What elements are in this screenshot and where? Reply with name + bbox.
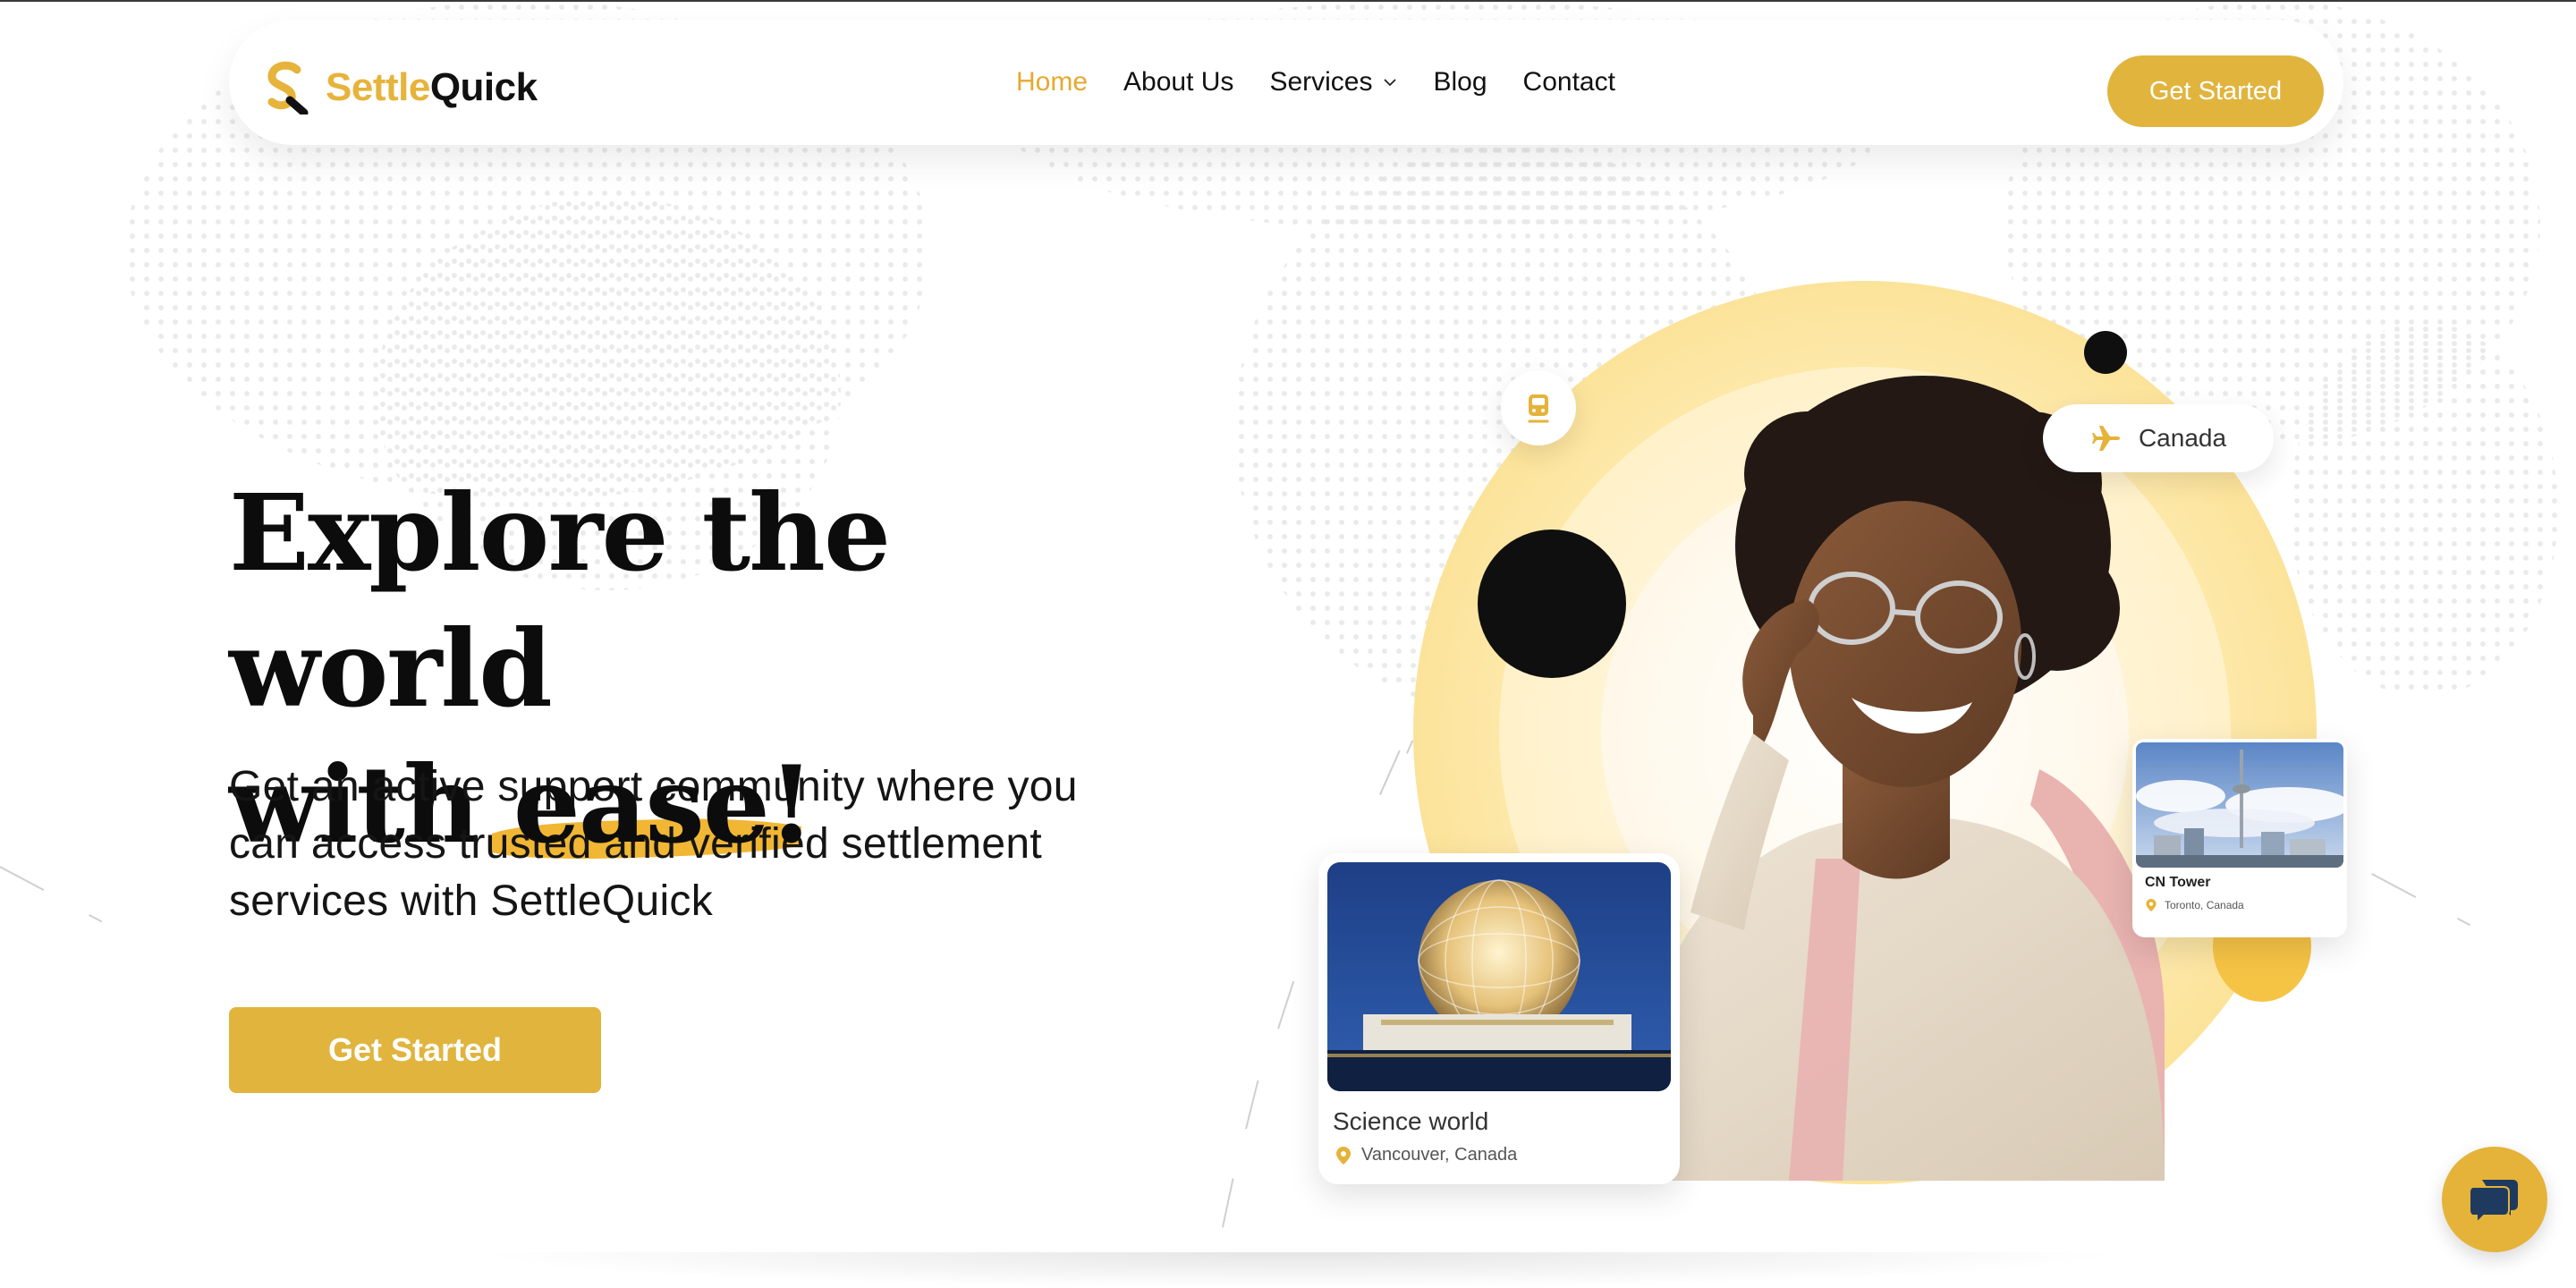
place-card-science-world[interactable]: Science world Vancouver, Canada (1318, 853, 1680, 1184)
nav-about-us[interactable]: About Us (1123, 67, 1233, 97)
section-bottom-shadow (465, 1252, 2129, 1288)
nav-blog[interactable]: Blog (1433, 67, 1487, 97)
location-pin-icon (2146, 899, 2157, 911)
world-map-dots (2290, 322, 2558, 698)
hero-get-started-button[interactable]: Get Started (229, 1007, 601, 1093)
cn-tower-image (2136, 742, 2343, 868)
decorative-dash (1406, 740, 1414, 754)
settlequick-logo-icon (267, 61, 309, 114)
logo[interactable]: SettleQuick (263, 61, 538, 114)
transit-badge (1501, 370, 1576, 445)
hero-highlight: ease! (489, 737, 815, 873)
brand-name-part1: Settle (326, 65, 430, 109)
nav-home[interactable]: Home (1016, 67, 1088, 97)
hero-highlight-text: ease! (513, 742, 815, 867)
airplane-icon (2091, 426, 2120, 451)
chat-bubbles-icon (2469, 1180, 2518, 1225)
destination-label: Canada (2138, 424, 2227, 452)
brand-name: SettleQuick (326, 65, 538, 110)
decorative-dash (2457, 918, 2471, 927)
card-location-text: Vancouver, Canada (1361, 1145, 1518, 1165)
card-title: Science world (1333, 1107, 1489, 1135)
decorative-dash (1222, 1178, 1234, 1228)
train-icon (1528, 394, 1549, 423)
chevron-down-icon (1384, 79, 1397, 87)
main-nav: Home About Us Services Blog Contact (1016, 20, 1651, 145)
nav-contact[interactable]: Contact (1523, 67, 1615, 97)
card-location-text: Toronto, Canada (2165, 899, 2244, 911)
brand-name-part2: Quick (429, 65, 538, 109)
chat-widget-button[interactable] (2442, 1147, 2547, 1252)
navbar: SettleQuick Home About Us Services Blog … (229, 20, 2343, 145)
decorative-dash (89, 914, 103, 923)
decorative-dash (1379, 750, 1401, 795)
science-world-image (1327, 862, 1671, 1091)
location-pin-icon (1336, 1146, 1351, 1165)
nav-services[interactable]: Services (1269, 67, 1397, 97)
decorative-dash (1277, 980, 1295, 1030)
place-card-cn-tower[interactable]: CN Tower Toronto, Canada (2132, 739, 2347, 937)
decorative-dash (0, 866, 45, 892)
hero-headline-line1: Explore the world (229, 470, 891, 731)
decorative-dash (2371, 873, 2417, 899)
window-top-border (0, 0, 2576, 2)
nav-get-started-button[interactable]: Get Started (2107, 55, 2324, 127)
nav-services-label: Services (1269, 67, 1373, 97)
card-location: Vancouver, Canada (1335, 1145, 1517, 1165)
decorative-dash (1245, 1080, 1259, 1130)
card-title: CN Tower (2145, 875, 2211, 890)
destination-badge: Canada (2043, 404, 2274, 472)
card-location: Toronto, Canada (2145, 898, 2244, 912)
